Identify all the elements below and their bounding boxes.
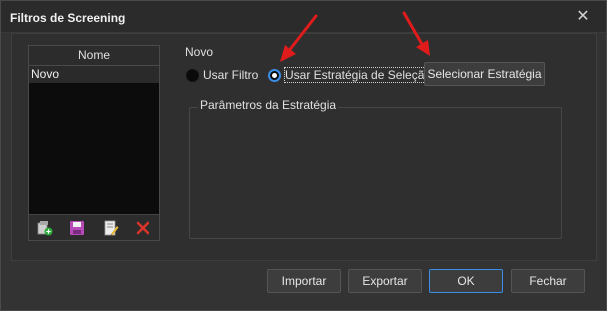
edit-icon[interactable] xyxy=(103,220,119,236)
delete-icon[interactable] xyxy=(135,220,151,236)
strategy-parameters-group xyxy=(189,107,562,239)
add-icon[interactable] xyxy=(37,220,53,236)
list-item[interactable]: Novo xyxy=(29,66,159,83)
strategy-parameters-title: Parâmetros da Estratégia xyxy=(198,98,339,112)
radio-use-filter[interactable]: Usar Filtro xyxy=(186,67,258,83)
radio-use-strategy[interactable]: Usar Estratégia de Seleção xyxy=(268,67,433,83)
radio-use-strategy-label[interactable]: Usar Estratégia de Seleção xyxy=(283,67,433,83)
select-strategy-button[interactable]: Selecionar Estratégia xyxy=(424,62,545,86)
list-header-nome[interactable]: Nome xyxy=(29,46,159,66)
ok-button[interactable]: OK xyxy=(429,269,503,293)
save-icon[interactable] xyxy=(69,220,85,236)
close-button[interactable]: Fechar xyxy=(511,269,585,293)
list-toolbar xyxy=(29,214,159,240)
radio-use-filter-label[interactable]: Usar Filtro xyxy=(203,68,258,82)
radio-button-selected[interactable] xyxy=(268,68,281,82)
import-button[interactable]: Importar xyxy=(267,269,341,293)
export-button[interactable]: Exportar xyxy=(348,269,422,293)
filter-list-panel: Nome Novo xyxy=(28,45,160,241)
radio-button[interactable] xyxy=(186,68,199,82)
title-bar[interactable]: Filtros de Screening ✕ xyxy=(1,1,606,33)
filter-name-label: Novo xyxy=(185,45,214,59)
dialog-title: Filtros de Screening xyxy=(10,11,126,25)
close-icon[interactable]: ✕ xyxy=(574,8,592,26)
